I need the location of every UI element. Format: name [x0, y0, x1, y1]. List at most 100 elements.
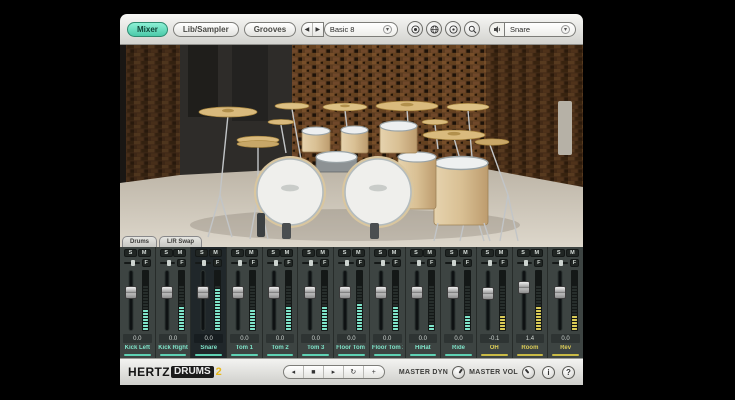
mixer-channel-floor-tom-1[interactable]: S M F 0.0 Floor Tom 1 — [334, 247, 370, 358]
mute-button[interactable]: M — [459, 249, 472, 257]
volume-fader[interactable] — [518, 270, 530, 331]
transport-loop-button[interactable]: ↻ — [344, 366, 364, 378]
fx-button[interactable]: F — [320, 259, 329, 267]
mute-button[interactable]: M — [280, 249, 293, 257]
volume-fader[interactable] — [375, 270, 387, 331]
mute-button[interactable]: M — [566, 249, 579, 257]
pan-slider[interactable] — [374, 262, 390, 264]
fx-button[interactable]: F — [427, 259, 436, 267]
stage-tab-lr-swap[interactable]: L/R Swap — [159, 236, 202, 247]
mixer-channel-oh[interactable]: S M F -0.1 OH — [477, 247, 513, 358]
mixer-channel-tom-3[interactable]: S M F 0.0 Tom 3 — [298, 247, 334, 358]
solo-button[interactable]: S — [302, 249, 315, 257]
pan-slider[interactable] — [552, 262, 568, 264]
fx-button[interactable]: F — [177, 259, 186, 267]
fader-handle[interactable] — [447, 286, 459, 299]
solo-button[interactable]: S — [552, 249, 565, 257]
mixer-channel-kick-left[interactable]: S M F 0.0 Kick Left — [120, 247, 156, 358]
rack-tom-3[interactable] — [380, 121, 417, 153]
volume-fader[interactable] — [161, 270, 173, 331]
solo-button[interactable]: S — [124, 249, 137, 257]
info-button[interactable]: i — [542, 366, 555, 379]
pan-slider[interactable] — [160, 262, 176, 264]
solo-button[interactable]: S — [517, 249, 530, 257]
pan-handle[interactable] — [131, 260, 135, 266]
mixer-channel-tom-1[interactable]: S M F 0.0 Tom 1 — [227, 247, 263, 358]
pan-handle[interactable] — [309, 260, 313, 266]
fx-button[interactable]: F — [570, 259, 579, 267]
pan-handle[interactable] — [274, 260, 278, 266]
help-button[interactable]: ? — [562, 366, 575, 379]
splash-cymbal-right[interactable] — [422, 119, 448, 124]
volume-fader[interactable] — [232, 270, 244, 331]
search-icon-button[interactable] — [464, 21, 480, 37]
solo-button[interactable]: S — [195, 249, 208, 257]
fx-button[interactable]: F — [284, 259, 293, 267]
pan-slider[interactable] — [517, 262, 533, 264]
mixer-channel-kick-right[interactable]: S M F 0.0 Kick Right — [156, 247, 192, 358]
preset-next-button[interactable]: ▶ — [313, 23, 323, 36]
fader-handle[interactable] — [339, 286, 351, 299]
solo-button[interactable]: S — [410, 249, 423, 257]
mixer-channel-rev[interactable]: S M F 0.0 Rev — [548, 247, 583, 358]
transport-play-button[interactable]: ▸ — [324, 366, 344, 378]
fader-handle[interactable] — [304, 286, 316, 299]
mute-button[interactable]: M — [173, 249, 186, 257]
pan-slider[interactable] — [231, 262, 247, 264]
mute-button[interactable]: M — [495, 249, 508, 257]
solo-button[interactable]: S — [267, 249, 280, 257]
fader-handle[interactable] — [161, 286, 173, 299]
mute-button[interactable]: M — [352, 249, 365, 257]
crash-cymbal-far-left[interactable] — [199, 107, 257, 117]
volume-fader[interactable] — [125, 270, 137, 331]
transport-stop-button[interactable]: ■ — [304, 366, 324, 378]
fx-button[interactable]: F — [142, 259, 151, 267]
fader-handle[interactable] — [268, 286, 280, 299]
pan-slider[interactable] — [410, 262, 426, 264]
volume-fader[interactable] — [411, 270, 423, 331]
crash-cymbal-left[interactable] — [275, 103, 309, 109]
pan-slider[interactable] — [267, 262, 283, 264]
pan-handle[interactable] — [167, 260, 171, 266]
tab-grooves[interactable]: Grooves — [244, 22, 296, 37]
crash-cymbal-right[interactable] — [447, 103, 489, 110]
pan-slider[interactable] — [302, 262, 318, 264]
pan-handle[interactable] — [559, 260, 563, 266]
rack-tom-1[interactable] — [302, 127, 330, 152]
ride-cymbal-right[interactable] — [423, 130, 485, 140]
solo-button[interactable]: S — [481, 249, 494, 257]
mixer-channel-ride[interactable]: S M F 0.0 Ride — [441, 247, 477, 358]
pan-handle[interactable] — [524, 260, 528, 266]
mute-button[interactable]: M — [530, 249, 543, 257]
crash-cymbal-center[interactable] — [323, 103, 367, 111]
fx-button[interactable]: F — [249, 259, 258, 267]
mute-button[interactable]: M — [209, 249, 222, 257]
mute-button[interactable]: M — [316, 249, 329, 257]
mute-button[interactable]: M — [138, 249, 151, 257]
volume-fader[interactable] — [554, 270, 566, 331]
mixer-channel-floor-tom-2[interactable]: S M F 0.0 Floor Tom 2 — [370, 247, 406, 358]
pan-handle[interactable] — [202, 260, 206, 266]
pan-slider[interactable] — [445, 262, 461, 264]
tab-lib-sampler[interactable]: Lib/Sampler — [173, 22, 239, 37]
splash-cymbal-left[interactable] — [268, 119, 294, 124]
mixer-channel-room[interactable]: S M F 1.4 Room — [513, 247, 549, 358]
pan-slider[interactable] — [338, 262, 354, 264]
transport-prev-button[interactable]: ◂ — [284, 366, 304, 378]
volume-fader[interactable] — [304, 270, 316, 331]
ride-cymbal-center-right[interactable] — [376, 101, 438, 111]
volume-fader[interactable] — [268, 270, 280, 331]
kick-drum-right[interactable] — [342, 156, 414, 228]
fader-handle[interactable] — [375, 286, 387, 299]
mixer-channel-hihat[interactable]: S M F 0.0 HiHat — [406, 247, 442, 358]
fx-button[interactable]: F — [356, 259, 365, 267]
mute-button[interactable]: M — [245, 249, 258, 257]
volume-fader[interactable] — [339, 270, 351, 331]
pan-slider[interactable] — [481, 262, 497, 264]
transport-drag-button[interactable]: + — [364, 366, 384, 378]
solo-button[interactable]: S — [374, 249, 387, 257]
fader-handle[interactable] — [482, 287, 494, 300]
hi-hat-cymbals[interactable] — [237, 136, 279, 147]
fader-handle[interactable] — [232, 286, 244, 299]
fx-button[interactable]: F — [463, 259, 472, 267]
